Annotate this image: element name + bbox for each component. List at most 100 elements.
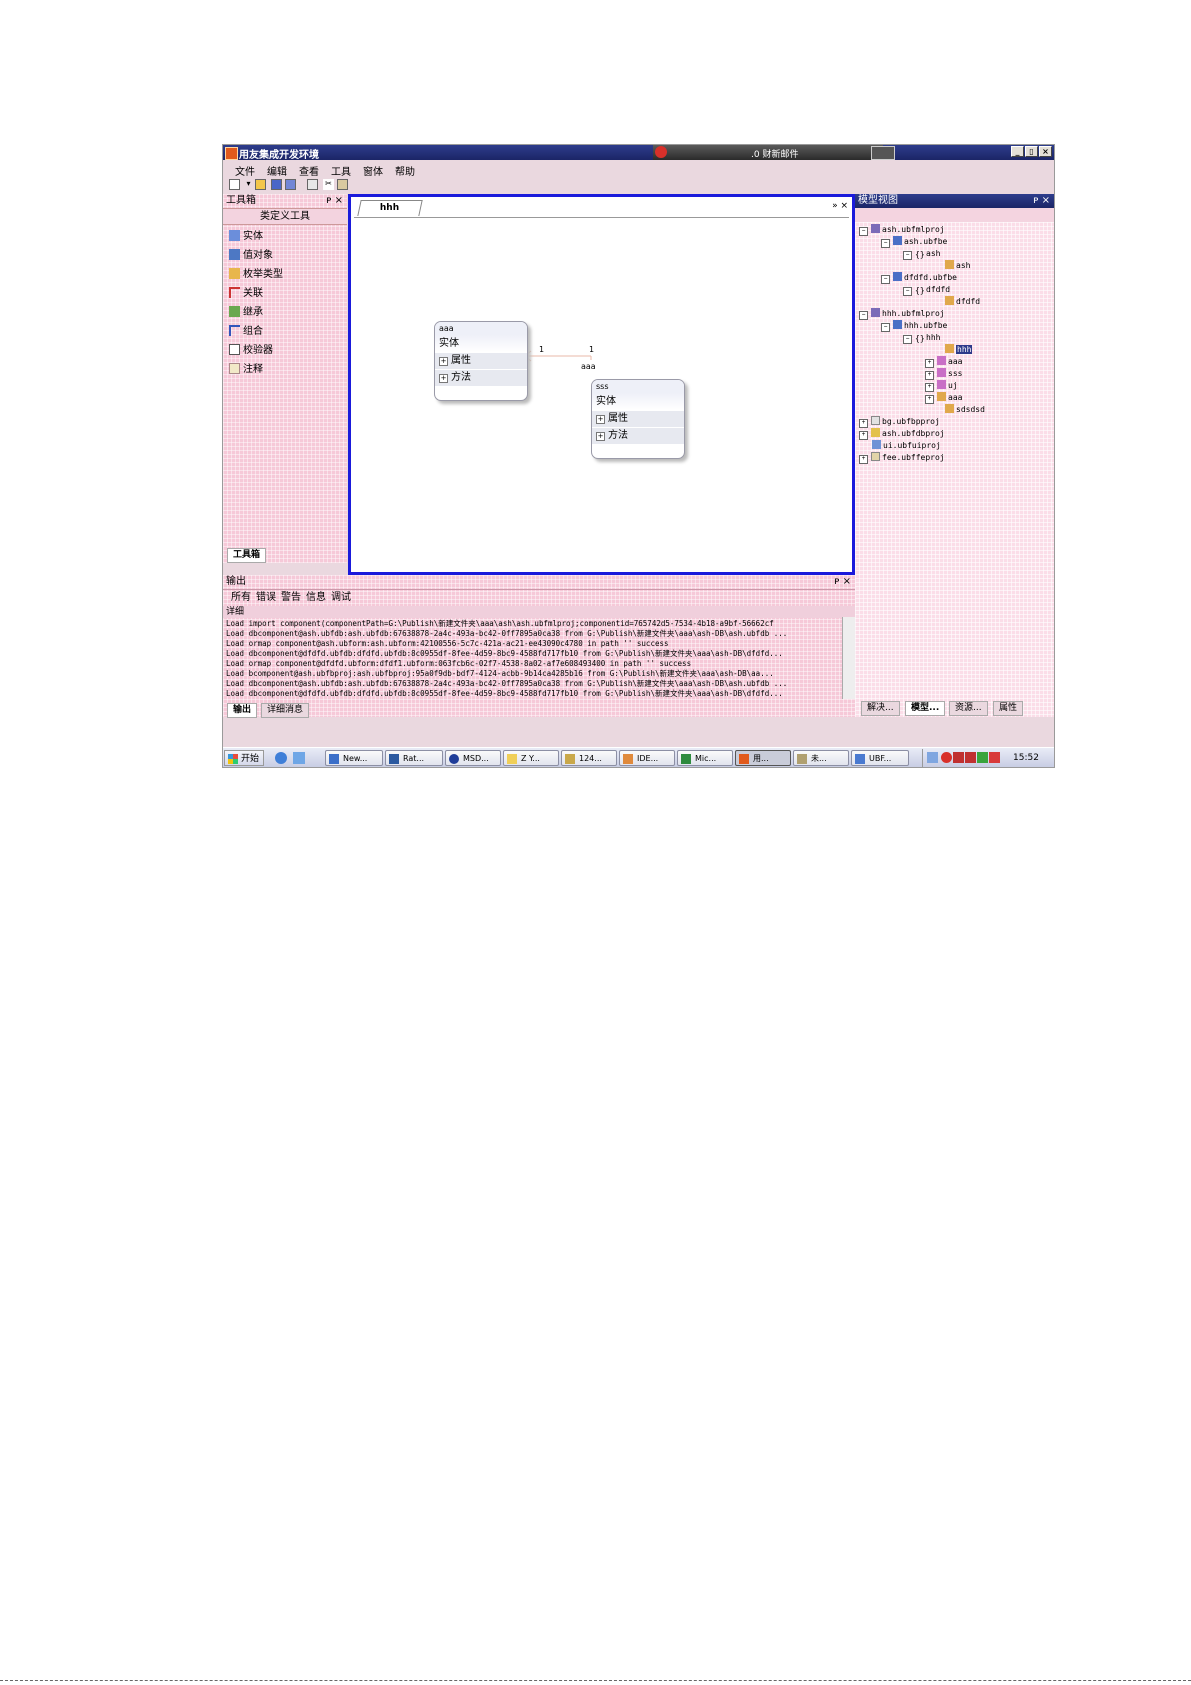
- toolbox-bottom-tab[interactable]: 工具箱: [227, 548, 267, 563]
- tree-node[interactable]: ash: [945, 260, 970, 272]
- cut-icon[interactable]: ✂: [323, 179, 334, 190]
- collapse-icon[interactable]: −: [903, 287, 912, 296]
- collapse-icon[interactable]: −: [859, 227, 868, 236]
- expand-plus-icon[interactable]: +: [439, 374, 448, 383]
- tree-node[interactable]: + ash.ubfdbproj: [859, 428, 945, 440]
- menu-file[interactable]: 文件: [235, 163, 255, 178]
- toolbox-pin-close[interactable]: ᴘ ×: [326, 194, 343, 208]
- tab-detail-messages[interactable]: 详细消息: [261, 703, 310, 718]
- filter-error[interactable]: 错误: [256, 590, 276, 606]
- taskbar-task[interactable]: 124...: [561, 750, 617, 766]
- expand-icon[interactable]: +: [859, 455, 868, 464]
- tree-node[interactable]: − ash.ubfmlproj: [859, 224, 945, 236]
- output-pin-close[interactable]: ᴘ ×: [834, 575, 851, 589]
- tool-comment[interactable]: 注释: [229, 363, 263, 377]
- expand-plus-icon[interactable]: +: [439, 357, 448, 366]
- tool-composition[interactable]: 组合: [229, 325, 263, 339]
- menu-edit[interactable]: 编辑: [267, 163, 287, 178]
- expand-icon[interactable]: +: [925, 359, 934, 368]
- model-view-pin-close[interactable]: ᴘ ×: [1033, 194, 1050, 208]
- filter-info[interactable]: 信息: [306, 590, 326, 606]
- tree-node[interactable]: sdsdsd: [945, 404, 985, 416]
- mail-icon[interactable]: [941, 752, 952, 763]
- tab-resource[interactable]: 资源...: [949, 701, 988, 716]
- tab-output[interactable]: 输出: [227, 703, 258, 718]
- taskbar-task[interactable]: UBF...: [851, 750, 909, 766]
- filter-warning[interactable]: 警告: [281, 590, 301, 606]
- entity-methods-section[interactable]: + 方法: [592, 427, 684, 444]
- copy-icon[interactable]: [307, 179, 318, 190]
- menu-form[interactable]: 窗体: [363, 163, 383, 178]
- open-folder-icon[interactable]: [255, 179, 266, 190]
- filter-all[interactable]: 所有: [231, 590, 251, 606]
- expand-plus-icon[interactable]: +: [596, 432, 605, 441]
- tree-node[interactable]: − {}hhh: [903, 332, 940, 344]
- designer-tab-controls[interactable]: » ×: [832, 201, 848, 211]
- collapse-icon[interactable]: −: [881, 275, 890, 284]
- expand-icon[interactable]: +: [859, 431, 868, 440]
- tool-entity[interactable]: 实体: [229, 230, 263, 244]
- volume-icon[interactable]: [977, 752, 988, 763]
- save-icon[interactable]: [271, 179, 282, 190]
- tab-model[interactable]: 模型...: [905, 701, 946, 716]
- notification-bar[interactable]: .0 财新邮件: [653, 145, 895, 160]
- document-tab-hhh[interactable]: hhh: [357, 200, 423, 216]
- tree-node[interactable]: ui.ubfuiproj: [872, 440, 941, 452]
- expand-icon[interactable]: +: [925, 395, 934, 404]
- filter-debug[interactable]: 调试: [331, 590, 351, 606]
- save-all-icon[interactable]: [285, 179, 296, 190]
- taskbar-task[interactable]: IDE...: [619, 750, 675, 766]
- entity-sss[interactable]: sss 实体 + 属性 + 方法: [591, 379, 685, 459]
- menu-tools[interactable]: 工具: [331, 163, 351, 178]
- taskbar-task[interactable]: 未...: [793, 750, 849, 766]
- entity-attributes-section[interactable]: + 属性: [435, 352, 527, 369]
- ie-icon[interactable]: [275, 752, 287, 764]
- diagram-canvas[interactable]: 1 1 aaa aaa 实体 + 属性 + 方法 sss 实体 + 属性 + 方法: [354, 217, 849, 568]
- collapse-icon[interactable]: −: [881, 323, 890, 332]
- tree-node[interactable]: + bg.ubfbpproj: [859, 416, 940, 428]
- expand-icon[interactable]: +: [925, 383, 934, 392]
- taskbar-task[interactable]: New...: [325, 750, 383, 766]
- network-icon[interactable]: [927, 752, 938, 763]
- taskbar-task-active[interactable]: 用...: [735, 750, 791, 766]
- taskbar-task[interactable]: MSD...: [445, 750, 501, 766]
- menu-view[interactable]: 查看: [299, 163, 319, 178]
- app-tray-icon[interactable]: [989, 752, 1000, 763]
- expand-plus-icon[interactable]: +: [596, 415, 605, 424]
- tool-value-object[interactable]: 值对象: [229, 249, 273, 263]
- entity-aaa[interactable]: aaa 实体 + 属性 + 方法: [434, 321, 528, 401]
- expand-icon[interactable]: +: [859, 419, 868, 428]
- minimize-button[interactable]: _: [1011, 146, 1024, 157]
- new-file-icon[interactable]: [229, 179, 240, 190]
- model-tree[interactable]: − ash.ubfmlproj − ash.ubfbe − {}ash ash − df…: [855, 224, 1054, 664]
- tree-node[interactable]: + uj: [925, 380, 958, 392]
- tree-node[interactable]: + sss: [925, 368, 962, 380]
- tree-node[interactable]: − {}ash: [903, 248, 940, 260]
- taskbar-task[interactable]: Rat...: [385, 750, 443, 766]
- start-button[interactable]: 开始: [224, 750, 264, 766]
- close-button[interactable]: ×: [1039, 146, 1052, 157]
- tool-validator[interactable]: 校验器: [229, 344, 273, 358]
- desktop-icon[interactable]: [293, 752, 305, 764]
- tab-solution[interactable]: 解决...: [861, 701, 900, 716]
- paste-icon[interactable]: [337, 179, 348, 190]
- restore-button[interactable]: ▯: [1025, 146, 1038, 157]
- taskbar-task[interactable]: Mic...: [677, 750, 733, 766]
- antivirus-icon[interactable]: [953, 752, 964, 763]
- tree-node[interactable]: − dfdfd.ubfbe: [881, 272, 957, 284]
- tree-node[interactable]: dfdfd: [945, 296, 980, 308]
- tree-node[interactable]: − hhh.ubfbe: [881, 320, 947, 332]
- collapse-icon[interactable]: −: [903, 335, 912, 344]
- entity-methods-section[interactable]: + 方法: [435, 369, 527, 386]
- collapse-icon[interactable]: −: [859, 311, 868, 320]
- tree-node[interactable]: − ash.ubfbe: [881, 236, 947, 248]
- menu-help[interactable]: 帮助: [395, 163, 415, 178]
- tab-properties[interactable]: 属性: [993, 701, 1024, 716]
- notification-close-box[interactable]: [871, 146, 895, 160]
- collapse-icon[interactable]: −: [881, 239, 890, 248]
- input-method-icon[interactable]: [965, 752, 976, 763]
- tree-node[interactable]: + fee.ubffeproj: [859, 452, 945, 464]
- entity-attributes-section[interactable]: + 属性: [592, 410, 684, 427]
- tree-node[interactable]: + aaa: [925, 392, 962, 404]
- tree-node[interactable]: − hhh.ubfmlproj: [859, 308, 945, 320]
